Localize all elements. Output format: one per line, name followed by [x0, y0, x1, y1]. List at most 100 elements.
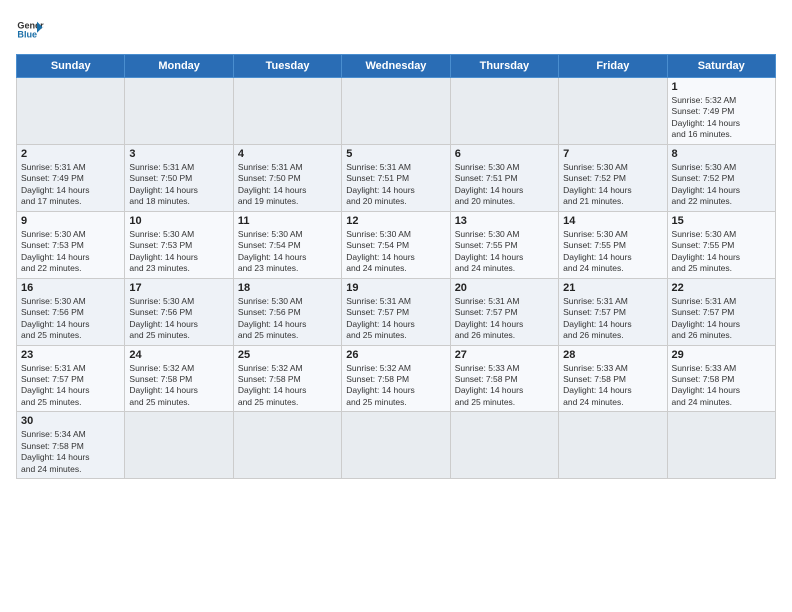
calendar-cell: 26 Sunrise: 5:32 AM Sunset: 7:58 PM Dayli… — [342, 345, 450, 412]
day-number: 11 — [238, 215, 337, 227]
week-row-2: 2 Sunrise: 5:31 AM Sunset: 7:49 PM Daylig… — [17, 144, 776, 211]
calendar-cell — [125, 412, 233, 479]
day-number: 17 — [129, 282, 228, 294]
day-number: 21 — [563, 282, 662, 294]
day-info: Sunrise: 5:30 AM Sunset: 7:55 PM Dayligh… — [672, 229, 771, 275]
header: General Blue — [16, 16, 776, 44]
calendar-cell — [233, 412, 341, 479]
day-number: 7 — [563, 148, 662, 160]
day-number: 1 — [672, 81, 771, 93]
logo: General Blue — [16, 16, 44, 44]
day-number: 10 — [129, 215, 228, 227]
day-number: 8 — [672, 148, 771, 160]
day-number: 23 — [21, 349, 120, 361]
calendar-cell: 13 Sunrise: 5:30 AM Sunset: 7:55 PM Dayli… — [450, 211, 558, 278]
calendar-cell: 17 Sunrise: 5:30 AM Sunset: 7:56 PM Dayli… — [125, 278, 233, 345]
calendar-cell: 28 Sunrise: 5:33 AM Sunset: 7:58 PM Dayli… — [559, 345, 667, 412]
calendar-cell: 24Sunrise: 5:32 AM Sunset: 7:58 PM Dayli… — [125, 345, 233, 412]
day-number: 2 — [21, 148, 120, 160]
day-info: Sunrise: 5:30 AM Sunset: 7:55 PM Dayligh… — [455, 229, 554, 275]
calendar-cell — [450, 412, 558, 479]
day-info: Sunrise: 5:32 AM Sunset: 7:58 PM Dayligh… — [346, 363, 445, 409]
calendar-cell: 9Sunrise: 5:30 AM Sunset: 7:53 PM Daylig… — [17, 211, 125, 278]
day-number: 22 — [672, 282, 771, 294]
svg-text:Blue: Blue — [17, 30, 37, 40]
day-info: Sunrise: 5:33 AM Sunset: 7:58 PM Dayligh… — [563, 363, 662, 409]
logo-icon: General Blue — [16, 16, 44, 44]
calendar-cell — [667, 412, 775, 479]
day-info: Sunrise: 5:31 AM Sunset: 7:57 PM Dayligh… — [455, 296, 554, 342]
calendar-cell: 14 Sunrise: 5:30 AM Sunset: 7:55 PM Dayli… — [559, 211, 667, 278]
day-info: Sunrise: 5:31 AM Sunset: 7:51 PM Dayligh… — [346, 162, 445, 208]
week-row-3: 9Sunrise: 5:30 AM Sunset: 7:53 PM Daylig… — [17, 211, 776, 278]
calendar-cell: 2 Sunrise: 5:31 AM Sunset: 7:49 PM Daylig… — [17, 144, 125, 211]
weekday-thursday: Thursday — [450, 55, 558, 78]
day-number: 5 — [346, 148, 445, 160]
calendar-cell: 30Sunrise: 5:34 AM Sunset: 7:58 PM Dayli… — [17, 412, 125, 479]
calendar-cell — [559, 412, 667, 479]
calendar-cell: 4 Sunrise: 5:31 AM Sunset: 7:50 PM Daylig… — [233, 144, 341, 211]
calendar-cell: 1 Sunrise: 5:32 AM Sunset: 7:49 PM Daylig… — [667, 78, 775, 145]
day-info: Sunrise: 5:32 AM Sunset: 7:49 PM Dayligh… — [672, 95, 771, 141]
day-info: Sunrise: 5:31 AM Sunset: 7:57 PM Dayligh… — [21, 363, 120, 409]
calendar-cell: 6 Sunrise: 5:30 AM Sunset: 7:51 PM Daylig… — [450, 144, 558, 211]
day-info: Sunrise: 5:31 AM Sunset: 7:57 PM Dayligh… — [672, 296, 771, 342]
weekday-tuesday: Tuesday — [233, 55, 341, 78]
calendar-cell — [559, 78, 667, 145]
weekday-monday: Monday — [125, 55, 233, 78]
page: General Blue SundayMondayTuesdayWednesda… — [0, 0, 792, 612]
day-number: 14 — [563, 215, 662, 227]
day-info: Sunrise: 5:33 AM Sunset: 7:58 PM Dayligh… — [672, 363, 771, 409]
calendar-cell — [342, 412, 450, 479]
day-info: Sunrise: 5:30 AM Sunset: 7:56 PM Dayligh… — [21, 296, 120, 342]
calendar-cell: 27 Sunrise: 5:33 AM Sunset: 7:58 PM Dayli… — [450, 345, 558, 412]
calendar-cell: 3 Sunrise: 5:31 AM Sunset: 7:50 PM Daylig… — [125, 144, 233, 211]
day-number: 3 — [129, 148, 228, 160]
day-number: 12 — [346, 215, 445, 227]
weekday-saturday: Saturday — [667, 55, 775, 78]
day-info: Sunrise: 5:30 AM Sunset: 7:54 PM Dayligh… — [346, 229, 445, 275]
day-info: Sunrise: 5:30 AM Sunset: 7:56 PM Dayligh… — [238, 296, 337, 342]
week-row-4: 16 Sunrise: 5:30 AM Sunset: 7:56 PM Dayli… — [17, 278, 776, 345]
calendar-cell — [342, 78, 450, 145]
day-info: Sunrise: 5:30 AM Sunset: 7:51 PM Dayligh… — [455, 162, 554, 208]
calendar-cell — [233, 78, 341, 145]
day-number: 4 — [238, 148, 337, 160]
day-number: 19 — [346, 282, 445, 294]
day-number: 9 — [21, 215, 120, 227]
calendar-cell: 11Sunrise: 5:30 AM Sunset: 7:54 PM Dayli… — [233, 211, 341, 278]
day-number: 18 — [238, 282, 337, 294]
day-number: 28 — [563, 349, 662, 361]
calendar-cell: 5 Sunrise: 5:31 AM Sunset: 7:51 PM Daylig… — [342, 144, 450, 211]
day-info: Sunrise: 5:30 AM Sunset: 7:56 PM Dayligh… — [129, 296, 228, 342]
calendar-cell: 15 Sunrise: 5:30 AM Sunset: 7:55 PM Dayli… — [667, 211, 775, 278]
day-info: Sunrise: 5:32 AM Sunset: 7:58 PM Dayligh… — [238, 363, 337, 409]
day-number: 6 — [455, 148, 554, 160]
calendar-cell: 23 Sunrise: 5:31 AM Sunset: 7:57 PM Dayli… — [17, 345, 125, 412]
calendar-cell: 16 Sunrise: 5:30 AM Sunset: 7:56 PM Dayli… — [17, 278, 125, 345]
calendar-cell: 8Sunrise: 5:30 AM Sunset: 7:52 PM Daylig… — [667, 144, 775, 211]
calendar-cell: 25Sunrise: 5:32 AM Sunset: 7:58 PM Dayli… — [233, 345, 341, 412]
day-number: 13 — [455, 215, 554, 227]
calendar-cell — [450, 78, 558, 145]
day-number: 26 — [346, 349, 445, 361]
calendar-cell: 29Sunrise: 5:33 AM Sunset: 7:58 PM Dayli… — [667, 345, 775, 412]
calendar-header: SundayMondayTuesdayWednesdayThursdayFrid… — [17, 55, 776, 78]
day-info: Sunrise: 5:30 AM Sunset: 7:55 PM Dayligh… — [563, 229, 662, 275]
day-number: 15 — [672, 215, 771, 227]
day-info: Sunrise: 5:30 AM Sunset: 7:52 PM Dayligh… — [563, 162, 662, 208]
calendar-cell: 7 Sunrise: 5:30 AM Sunset: 7:52 PM Daylig… — [559, 144, 667, 211]
day-info: Sunrise: 5:31 AM Sunset: 7:50 PM Dayligh… — [238, 162, 337, 208]
day-info: Sunrise: 5:31 AM Sunset: 7:49 PM Dayligh… — [21, 162, 120, 208]
calendar-cell: 20Sunrise: 5:31 AM Sunset: 7:57 PM Dayli… — [450, 278, 558, 345]
day-info: Sunrise: 5:31 AM Sunset: 7:57 PM Dayligh… — [346, 296, 445, 342]
calendar-cell: 18 Sunrise: 5:30 AM Sunset: 7:56 PM Dayli… — [233, 278, 341, 345]
day-number: 27 — [455, 349, 554, 361]
calendar-cell: 12 Sunrise: 5:30 AM Sunset: 7:54 PM Dayli… — [342, 211, 450, 278]
day-info: Sunrise: 5:33 AM Sunset: 7:58 PM Dayligh… — [455, 363, 554, 409]
day-number: 16 — [21, 282, 120, 294]
weekday-sunday: Sunday — [17, 55, 125, 78]
day-info: Sunrise: 5:31 AM Sunset: 7:57 PM Dayligh… — [563, 296, 662, 342]
day-number: 24 — [129, 349, 228, 361]
day-info: Sunrise: 5:31 AM Sunset: 7:50 PM Dayligh… — [129, 162, 228, 208]
